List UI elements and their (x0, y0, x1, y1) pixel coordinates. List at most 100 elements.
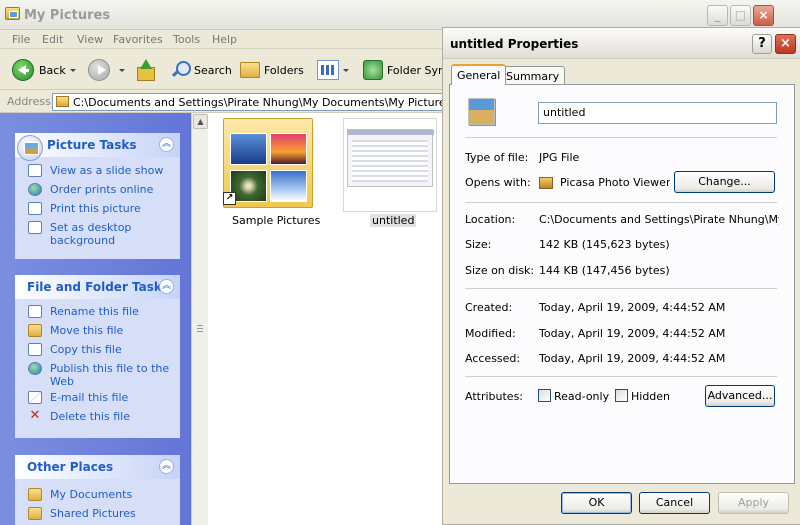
tab-general[interactable]: General (451, 64, 507, 85)
folders-label: Folders (264, 63, 304, 77)
place-label: Shared Pictures (50, 507, 136, 520)
picture-tasks-header[interactable]: Picture Tasks ︽ (15, 133, 180, 161)
close-button[interactable]: × (753, 5, 774, 26)
task-pane-scrollbar[interactable]: ▲ (191, 113, 208, 525)
thumbnail-image (230, 133, 267, 165)
file-label: untitled (370, 214, 417, 227)
printer-icon (28, 202, 42, 215)
tab-summary[interactable]: Summary (500, 66, 566, 86)
folder-icon (5, 7, 20, 20)
sync-icon (363, 60, 383, 80)
apply-button[interactable]: Apply (718, 492, 789, 514)
maximize-button[interactable]: □ (730, 5, 751, 26)
task-order-prints[interactable]: Order prints online (15, 180, 180, 199)
rename-icon (28, 305, 42, 318)
modified-label: Modified: (465, 327, 516, 340)
up-folder-icon (135, 59, 155, 81)
menu-file[interactable]: File (12, 33, 30, 46)
properties-dialog: untitled Properties ? × General Summary … (442, 27, 800, 525)
file-name-input[interactable]: untitled (538, 102, 777, 124)
task-label: Publish this file to the Web (50, 362, 170, 388)
menu-tools[interactable]: Tools (173, 33, 200, 46)
email-icon (28, 391, 42, 404)
jpg-file-icon (468, 98, 495, 125)
place-my-documents[interactable]: My Documents (15, 485, 180, 504)
cancel-button[interactable]: Cancel (639, 492, 710, 514)
move-icon (28, 324, 42, 337)
menu-favorites[interactable]: Favorites (113, 33, 163, 46)
location-label: Location: (465, 213, 516, 226)
folder-sync-button[interactable]: Folder Sync (363, 58, 451, 82)
minimize-button[interactable]: _ (707, 5, 728, 26)
task-slideshow[interactable]: View as a slide show (15, 161, 180, 180)
panel-title: Other Places (27, 460, 114, 474)
menu-help[interactable]: Help (212, 33, 237, 46)
divider (465, 137, 777, 138)
task-move[interactable]: Move this file (15, 321, 180, 340)
folders-button[interactable]: Folders (240, 58, 304, 82)
search-button[interactable]: Search (170, 58, 232, 82)
task-set-desktop[interactable]: Set as desktop background (15, 218, 180, 250)
scroll-up-icon[interactable]: ▲ (193, 114, 208, 129)
place-shared-pictures[interactable]: Shared Pictures (15, 504, 180, 523)
chevron-down-icon (343, 68, 349, 72)
address-value: C:\Documents and Settings\Pirate Nhung\M… (73, 96, 452, 109)
chevron-down-icon (119, 68, 125, 72)
back-button[interactable]: Back (12, 58, 76, 82)
modified-value: Today, April 19, 2009, 4:44:52 AM (539, 327, 726, 340)
picture-tasks-panel: Picture Tasks ︽ View as a slide show Ord… (15, 133, 180, 259)
readonly-label: Read-only (554, 390, 610, 403)
help-button[interactable]: ? (752, 34, 772, 54)
scroll-grip[interactable] (197, 325, 203, 333)
size-value: 142 KB (145,623 bytes) (539, 238, 670, 251)
other-places-header[interactable]: Other Places ︽ (15, 455, 180, 479)
task-label: Move this file (50, 324, 124, 337)
thumbnail-image (270, 133, 307, 165)
task-publish[interactable]: Publish this file to the Web (15, 359, 180, 391)
up-folder-button[interactable] (135, 58, 155, 82)
task-label: Order prints online (50, 183, 154, 196)
divider (465, 376, 777, 377)
folders-icon (240, 62, 260, 78)
views-icon (317, 60, 339, 80)
screenshot-preview (347, 129, 434, 187)
task-rename[interactable]: Rename this file (15, 302, 180, 321)
task-label: View as a slide show (50, 164, 164, 177)
task-email[interactable]: E-mail this file (15, 388, 180, 407)
globe-icon (28, 183, 42, 196)
file-folder-tasks-header[interactable]: File and Folder Tasks ︽ (15, 275, 180, 299)
dialog-close-button[interactable]: × (775, 34, 796, 54)
collapse-icon[interactable]: ︽ (159, 459, 174, 474)
hidden-checkbox[interactable] (615, 389, 628, 402)
views-button[interactable] (317, 58, 349, 82)
menu-edit[interactable]: Edit (42, 33, 63, 46)
menu-view[interactable]: View (77, 33, 103, 46)
file-label: Sample Pictures (232, 214, 321, 227)
type-value: JPG File (539, 151, 580, 164)
change-button[interactable]: Change... (674, 171, 775, 193)
type-label: Type of file: (465, 151, 529, 164)
explorer-window: My Pictures _ □ × File Edit View Favorit… (0, 0, 800, 525)
forward-button[interactable] (88, 58, 125, 82)
task-label: E-mail this file (50, 391, 129, 404)
readonly-checkbox[interactable] (538, 389, 551, 402)
delete-icon: ✕ (29, 408, 41, 423)
shortcut-arrow-icon: ↗ (223, 192, 236, 205)
slideshow-icon (28, 164, 42, 177)
panel-title: Picture Tasks (47, 138, 137, 152)
task-delete[interactable]: ✕ Delete this file (15, 407, 180, 426)
attributes-label: Attributes: (465, 390, 524, 403)
collapse-icon[interactable]: ︽ (159, 137, 174, 152)
copy-icon (28, 343, 42, 356)
ok-button[interactable]: OK (561, 492, 632, 514)
search-icon (170, 60, 191, 80)
collapse-icon[interactable]: ︽ (159, 279, 174, 294)
address-input[interactable]: C:\Documents and Settings\Pirate Nhung\M… (52, 93, 452, 111)
back-arrow-icon (12, 59, 34, 81)
advanced-button[interactable]: Advanced... (705, 385, 775, 407)
hidden-label: Hidden (631, 390, 671, 403)
window-title: My Pictures (24, 8, 111, 23)
task-pane: Picture Tasks ︽ View as a slide show Ord… (0, 113, 192, 525)
task-copy[interactable]: Copy this file (15, 340, 180, 359)
task-print[interactable]: Print this picture (15, 199, 180, 218)
